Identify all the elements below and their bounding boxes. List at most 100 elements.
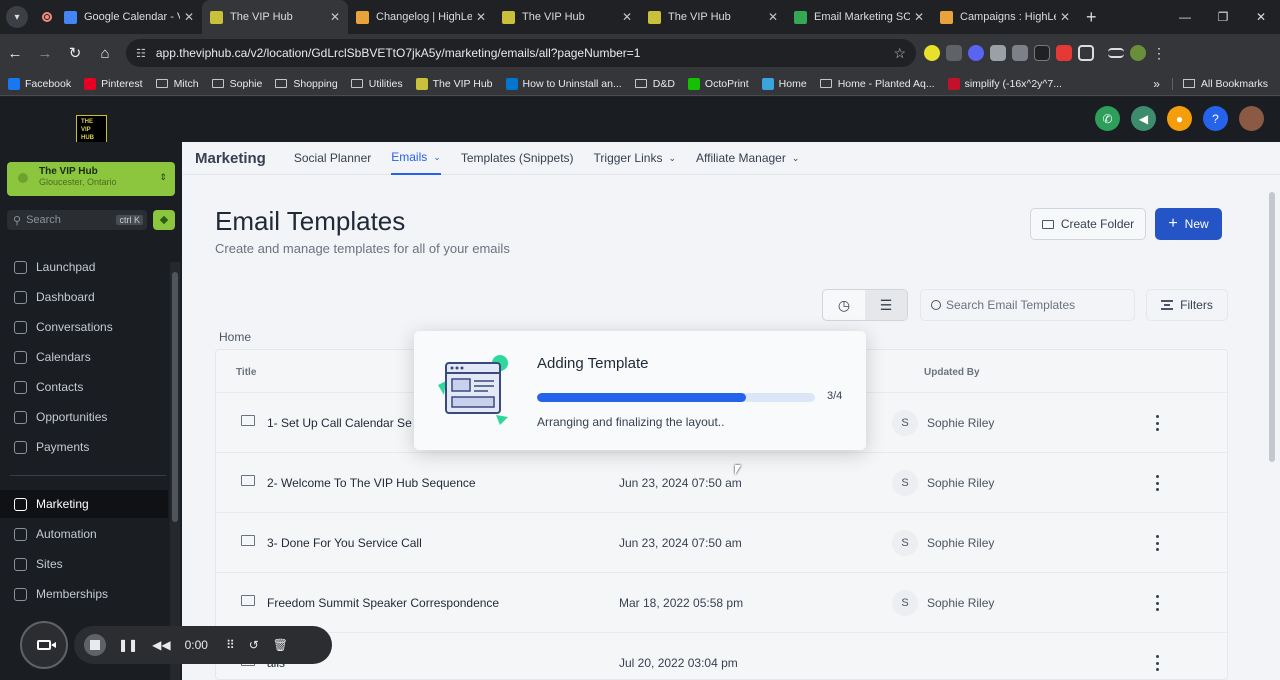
location-switcher[interactable]: The VIP Hub Gloucester, Ontario ⇕ bbox=[7, 162, 175, 196]
restore-button[interactable]: ❐ bbox=[1204, 0, 1242, 34]
table-row[interactable]: ailsJul 20, 2022 03:04 pm bbox=[216, 632, 1227, 680]
sidebar-item-conversations[interactable]: Conversations bbox=[0, 313, 168, 341]
camera-extension-icon[interactable] bbox=[990, 45, 1006, 61]
scrollbar-thumb[interactable] bbox=[1269, 192, 1275, 462]
browser-tab[interactable]: Google Calendar - V ✕ bbox=[56, 0, 202, 34]
row-title-cell[interactable]: 2- Welcome To The VIP Hub Sequence bbox=[241, 453, 476, 513]
extension-icon[interactable] bbox=[968, 45, 984, 61]
more-bookmarks-icon[interactable]: » bbox=[1153, 77, 1160, 91]
tab-search-chevron-icon[interactable]: ▾ bbox=[6, 6, 28, 28]
subnav-tab-emails[interactable]: Emails ⌄ bbox=[391, 142, 441, 175]
bookmark-folder[interactable]: Shopping bbox=[275, 78, 338, 90]
bookmark-folder[interactable]: Home - Planted Aq... bbox=[819, 78, 935, 90]
bookmark-link[interactable]: How to Uninstall an... bbox=[505, 77, 622, 90]
trash-icon[interactable]: 🗑 bbox=[273, 638, 288, 652]
row-actions-kebab-icon[interactable] bbox=[1154, 535, 1160, 551]
bookmark-link[interactable]: simplify (-16x^2y^7... bbox=[947, 77, 1062, 90]
puzzle-extensions-icon[interactable] bbox=[1078, 45, 1094, 61]
row-actions-kebab-icon[interactable] bbox=[1154, 655, 1160, 671]
row-actions-kebab-icon[interactable] bbox=[1154, 475, 1160, 491]
extension-icon[interactable] bbox=[946, 45, 962, 61]
bookmark-link[interactable]: OctoPrint bbox=[687, 77, 749, 90]
sidebar-item-dashboard[interactable]: Dashboard bbox=[0, 283, 168, 311]
sidebar-item-opportunities[interactable]: Opportunities bbox=[0, 403, 168, 431]
address-bar[interactable]: ☷ app.theviphub.ca/v2/location/GdLrclSbB… bbox=[126, 39, 916, 67]
extension-icon[interactable] bbox=[1012, 45, 1028, 61]
browser-tab[interactable]: Campaigns : HighLe ✕ bbox=[932, 0, 1078, 34]
list-view-icon[interactable]: ☰ bbox=[865, 290, 907, 320]
media-control-icon[interactable] bbox=[1108, 48, 1124, 58]
sidebar-item-automation[interactable]: Automation bbox=[0, 520, 168, 548]
bookmark-link[interactable]: Home bbox=[761, 77, 807, 90]
browser-tab[interactable]: Email Marketing SO ✕ bbox=[786, 0, 932, 34]
subnav-tab-templates-snippets[interactable]: Templates (Snippets) bbox=[461, 142, 574, 175]
sidebar-item-launchpad[interactable]: Launchpad bbox=[0, 253, 168, 281]
template-search-input[interactable] bbox=[946, 298, 1126, 312]
stop-recording-button[interactable] bbox=[84, 634, 106, 656]
sidebar-search-input[interactable]: ⚲ Search ctrl K bbox=[7, 210, 147, 230]
sidebar-scrollbar[interactable] bbox=[170, 262, 180, 680]
tab-close-icon[interactable]: ✕ bbox=[914, 10, 924, 24]
new-tab-button[interactable]: + bbox=[1086, 7, 1097, 28]
sidebar-item-contacts[interactable]: Contacts bbox=[0, 373, 168, 401]
rewind-icon[interactable]: ◀◀ bbox=[152, 638, 170, 652]
table-row[interactable]: 2- Welcome To The VIP Hub Sequence Jun 23… bbox=[216, 452, 1227, 512]
new-template-button[interactable]: + New bbox=[1155, 208, 1222, 240]
browser-menu-icon[interactable]: ⋮ bbox=[1152, 45, 1166, 61]
breadcrumb[interactable]: Home bbox=[219, 330, 251, 344]
extension-icon[interactable] bbox=[1056, 45, 1072, 61]
bell-icon[interactable]: ● bbox=[1167, 106, 1192, 131]
row-title-cell[interactable]: 1- Set Up Call Calendar Se bbox=[241, 393, 412, 453]
all-bookmarks-button[interactable]: All Bookmarks bbox=[1171, 77, 1268, 90]
extension-icon[interactable] bbox=[1034, 45, 1050, 61]
sidebar-item-sites[interactable]: Sites bbox=[0, 550, 168, 578]
profile-avatar-icon[interactable] bbox=[1130, 45, 1146, 61]
create-folder-button[interactable]: Create Folder bbox=[1030, 208, 1146, 240]
bookmark-folder[interactable]: Utilities bbox=[350, 78, 403, 90]
sidebar-item-payments[interactable]: Payments bbox=[0, 433, 168, 461]
row-actions-kebab-icon[interactable] bbox=[1154, 595, 1160, 611]
bookmark-folder[interactable]: Sophie bbox=[211, 78, 262, 90]
help-icon[interactable]: ? bbox=[1203, 106, 1228, 131]
sidebar-item-calendars[interactable]: Calendars bbox=[0, 343, 168, 371]
sidebar-item-memberships[interactable]: Memberships bbox=[0, 580, 168, 608]
tab-close-icon[interactable]: ✕ bbox=[1060, 10, 1070, 24]
vip-hub-logo[interactable]: THE VIP HUB bbox=[76, 115, 107, 145]
column-header-title[interactable]: Title bbox=[236, 367, 256, 378]
bookmark-link[interactable]: Pinterest bbox=[84, 77, 143, 90]
minimize-button[interactable]: — bbox=[1166, 0, 1204, 34]
tab-close-icon[interactable]: ✕ bbox=[476, 10, 486, 24]
sidebar-item-marketing[interactable]: Marketing bbox=[0, 490, 168, 518]
scrollbar-thumb[interactable] bbox=[172, 272, 178, 522]
subnav-tab-trigger-links[interactable]: Trigger Links ⌄ bbox=[594, 142, 676, 175]
reload-icon[interactable]: ↻ bbox=[60, 44, 90, 62]
bookmark-folder[interactable]: Mitch bbox=[155, 78, 199, 90]
close-window-button[interactable]: ✕ bbox=[1242, 0, 1280, 34]
main-scrollbar[interactable] bbox=[1269, 182, 1276, 672]
tab-close-icon[interactable]: ✕ bbox=[330, 10, 340, 24]
browser-tab[interactable]: The VIP Hub ✕ bbox=[640, 0, 786, 34]
quick-actions-button[interactable] bbox=[153, 210, 175, 230]
tab-close-icon[interactable]: ✕ bbox=[768, 10, 778, 24]
camera-toggle-button[interactable] bbox=[20, 621, 68, 669]
browser-tab[interactable]: The VIP Hub ✕ bbox=[494, 0, 640, 34]
bookmark-link[interactable]: The VIP Hub bbox=[415, 77, 493, 90]
subnav-tab-social-planner[interactable]: Social Planner bbox=[294, 142, 371, 175]
bookmark-folder[interactable]: D&D bbox=[634, 78, 675, 90]
tab-close-icon[interactable]: ✕ bbox=[184, 10, 194, 24]
table-row[interactable]: 3- Done For You Service Call Jun 23, 2024… bbox=[216, 512, 1227, 572]
subnav-tab-affiliate-manager[interactable]: Affiliate Manager ⌄ bbox=[696, 142, 799, 175]
pause-icon[interactable]: ❚❚ bbox=[118, 638, 138, 652]
site-info-icon[interactable]: ☷ bbox=[136, 47, 146, 60]
row-title-cell[interactable]: 3- Done For You Service Call bbox=[241, 513, 422, 573]
user-avatar[interactable] bbox=[1239, 106, 1264, 131]
phone-icon[interactable]: ✆ bbox=[1095, 106, 1120, 131]
tab-close-icon[interactable]: ✕ bbox=[622, 10, 632, 24]
bookmark-star-icon[interactable]: ☆ bbox=[893, 45, 906, 62]
recent-view-clock-icon[interactable]: ◷ bbox=[823, 290, 865, 320]
grid-dots-icon[interactable]: ⠿ bbox=[226, 638, 235, 652]
filters-button[interactable]: Filters bbox=[1146, 289, 1228, 321]
browser-tab[interactable]: Changelog | HighLe ✕ bbox=[348, 0, 494, 34]
column-header-updated-by[interactable]: Updated By bbox=[924, 367, 980, 378]
extension-icon[interactable] bbox=[924, 45, 940, 61]
